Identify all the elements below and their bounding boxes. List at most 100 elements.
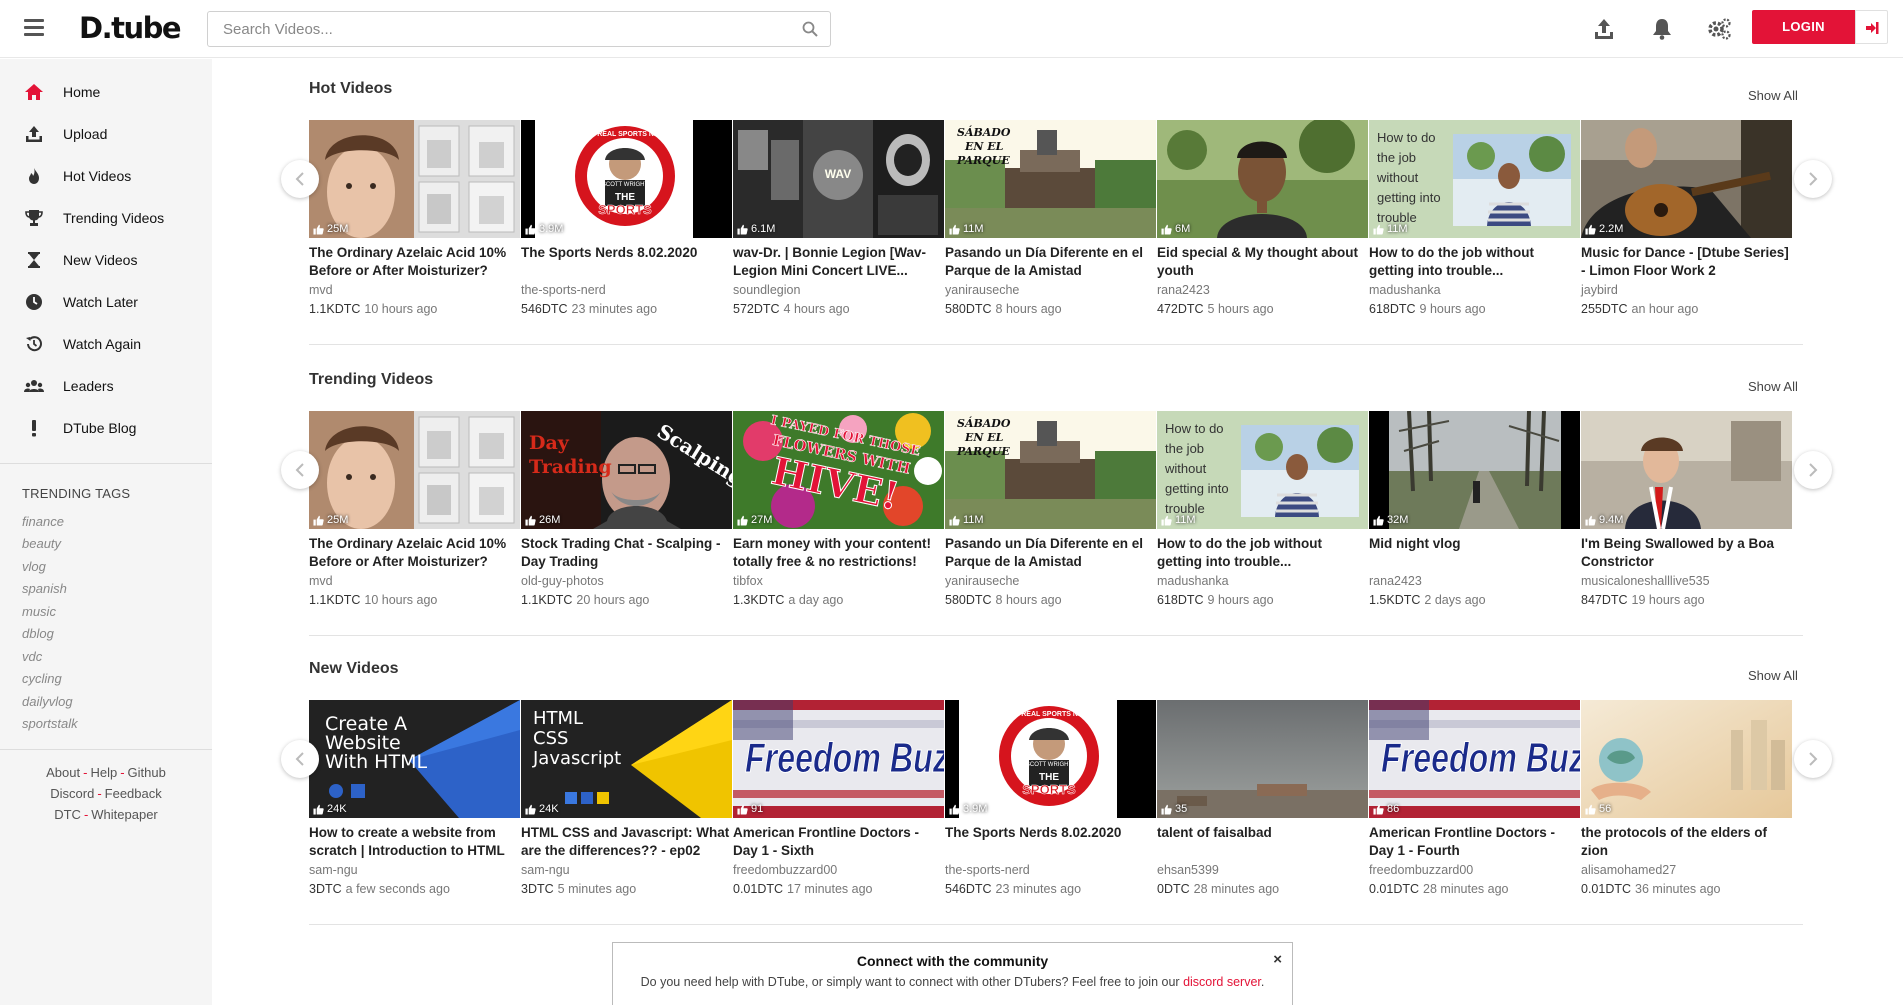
- close-icon[interactable]: ×: [1273, 951, 1282, 968]
- video-thumbnail[interactable]: SÁBADO EN EL PARQUE 11M: [945, 411, 1156, 529]
- feedback-link[interactable]: Feedback: [105, 786, 162, 801]
- sidebar-item-watch-later[interactable]: Watch Later: [0, 282, 212, 322]
- video-thumbnail[interactable]: HTML CSS Javascript 24K: [521, 700, 732, 818]
- video-title[interactable]: The Ordinary Azelaic Acid 10% Before or …: [309, 535, 520, 571]
- dtc-link[interactable]: DTC: [54, 807, 81, 822]
- video-thumbnail[interactable]: Freedom Buzz 91: [733, 700, 944, 818]
- discord-link[interactable]: Discord: [50, 786, 94, 801]
- video-title[interactable]: How to do the job without getting into t…: [1157, 535, 1368, 571]
- video-thumbnail[interactable]: 9.4M: [1581, 411, 1792, 529]
- video-title[interactable]: HTML CSS and Javascript: What are the di…: [521, 824, 732, 860]
- video-title[interactable]: wav-Dr. | Bonnie Legion [Wav-Legion Mini…: [733, 244, 944, 280]
- tag-link[interactable]: dailyvlog: [22, 694, 73, 709]
- video-card[interactable]: THE REAL SPORTS NERD SCOTT WRIGHT THE SP…: [521, 120, 732, 319]
- video-title[interactable]: Pasando un Día Diferente en el Parque de…: [945, 535, 1156, 571]
- sidebar-item-new-videos[interactable]: New Videos: [0, 240, 212, 280]
- video-thumbnail[interactable]: SÁBADO EN EL PARQUE 11M: [945, 120, 1156, 238]
- video-card[interactable]: 56 the protocols of the elders of zion a…: [1581, 700, 1792, 899]
- video-card[interactable]: 35 talent of faisalbad ehsan5399 0DTC 28 …: [1157, 700, 1368, 899]
- video-title[interactable]: American Frontline Doctors - Day 1 - Fou…: [1369, 824, 1580, 860]
- video-author[interactable]: the-sports-nerd: [521, 281, 732, 299]
- video-card[interactable]: 25M The Ordinary Azelaic Acid 10% Before…: [309, 411, 520, 610]
- video-title[interactable]: Music for Dance - [Dtube Series] - Limon…: [1581, 244, 1792, 280]
- video-card[interactable]: SÁBADO EN EL PARQUE 11M Pasando un Día Dif…: [945, 120, 1156, 319]
- sidebar-item-hot-videos[interactable]: Hot Videos: [0, 156, 212, 196]
- video-author[interactable]: yanirauseche: [945, 572, 1156, 590]
- video-thumbnail[interactable]: How to do the job without getting into troub…: [1157, 411, 1368, 529]
- about-link[interactable]: About: [46, 765, 80, 780]
- tag-link[interactable]: music: [22, 604, 56, 619]
- video-thumbnail[interactable]: 32M: [1369, 411, 1580, 529]
- video-author[interactable]: ehsan5399: [1157, 861, 1368, 879]
- scroll-right-button[interactable]: [1794, 160, 1832, 198]
- video-thumbnail[interactable]: How to do the job without getting into troub…: [1369, 120, 1580, 238]
- search-input[interactable]: [208, 12, 778, 46]
- show-all-link[interactable]: Show All: [1748, 88, 1798, 103]
- scroll-left-button[interactable]: [281, 160, 319, 198]
- video-card[interactable]: HTML CSS Javascript 24K HTML CSS and Javas…: [521, 700, 732, 899]
- sidebar-item-dtube-blog[interactable]: DTube Blog: [0, 408, 212, 448]
- video-title[interactable]: Mid night vlog: [1369, 535, 1580, 571]
- tag-link[interactable]: spanish: [22, 581, 67, 596]
- menu-icon[interactable]: [24, 19, 46, 37]
- video-author[interactable]: freedombuzzard00: [1369, 861, 1580, 879]
- settings-icon[interactable]: [1706, 16, 1732, 42]
- video-title[interactable]: How to create a website from scratch | I…: [309, 824, 520, 860]
- video-thumbnail[interactable]: 56: [1581, 700, 1792, 818]
- video-card[interactable]: How to do the job without getting into troub…: [1157, 411, 1368, 610]
- video-title[interactable]: the protocols of the elders of zion: [1581, 824, 1792, 860]
- video-author[interactable]: musicaloneshalllive535: [1581, 572, 1792, 590]
- video-card[interactable]: 25M The Ordinary Azelaic Acid 10% Before…: [309, 120, 520, 319]
- help-link[interactable]: Help: [90, 765, 117, 780]
- scroll-right-button[interactable]: [1794, 451, 1832, 489]
- login-button[interactable]: LOGIN: [1752, 10, 1855, 44]
- video-thumbnail[interactable]: 6M: [1157, 120, 1368, 238]
- video-card[interactable]: WAV 6.1M wav-Dr. | Bonnie Legion [Wav-Le…: [733, 120, 944, 319]
- show-all-link[interactable]: Show All: [1748, 668, 1798, 683]
- tag-link[interactable]: beauty: [22, 536, 61, 551]
- sidebar-item-trending-videos[interactable]: Trending Videos: [0, 198, 212, 238]
- login-icon-button[interactable]: [1855, 10, 1888, 44]
- video-title[interactable]: The Sports Nerds 8.02.2020: [521, 244, 732, 280]
- video-card[interactable]: THE REAL SPORTS NERD SCOTT WRIGHT THE SP…: [945, 700, 1156, 899]
- video-card[interactable]: How to do the job without getting into troub…: [1369, 120, 1580, 319]
- dtube-logo[interactable]: D.tube: [79, 11, 182, 45]
- video-author[interactable]: madushanka: [1369, 281, 1580, 299]
- video-author[interactable]: freedombuzzard00: [733, 861, 944, 879]
- video-title[interactable]: How to do the job without getting into t…: [1369, 244, 1580, 280]
- video-author[interactable]: the-sports-nerd: [945, 861, 1156, 879]
- video-author[interactable]: sam-ngu: [521, 861, 732, 879]
- video-thumbnail[interactable]: Create A Website With HTML 24K: [309, 700, 520, 818]
- tag-link[interactable]: sportstalk: [22, 716, 78, 731]
- scroll-right-button[interactable]: [1794, 740, 1832, 778]
- tag-link[interactable]: finance: [22, 514, 64, 529]
- tag-link[interactable]: dblog: [22, 626, 54, 641]
- github-link[interactable]: Github: [128, 765, 166, 780]
- tag-link[interactable]: cycling: [22, 671, 62, 686]
- video-card[interactable]: 6M Eid special & My thought about youth …: [1157, 120, 1368, 319]
- video-thumbnail[interactable]: 35: [1157, 700, 1368, 818]
- video-author[interactable]: mvd: [309, 281, 520, 299]
- video-card[interactable]: Create A Website With HTML 24K How to crea…: [309, 700, 520, 899]
- show-all-link[interactable]: Show All: [1748, 379, 1798, 394]
- scroll-left-button[interactable]: [281, 740, 319, 778]
- video-author[interactable]: sam-ngu: [309, 861, 520, 879]
- video-thumbnail[interactable]: WAV 6.1M: [733, 120, 944, 238]
- upload-icon[interactable]: [1591, 16, 1617, 42]
- discord-server-link[interactable]: discord server: [1183, 975, 1261, 989]
- video-author[interactable]: rana2423: [1369, 572, 1580, 590]
- video-card[interactable]: SÁBADO EN EL PARQUE 11M Pasando un Día Dif…: [945, 411, 1156, 610]
- video-card[interactable]: I PAYED FOR THOSE FLOWERS WITH HIVE! 27M…: [733, 411, 944, 610]
- video-thumbnail[interactable]: 25M: [309, 411, 520, 529]
- video-author[interactable]: tibfox: [733, 572, 944, 590]
- video-card[interactable]: 9.4M I'm Being Swallowed by a Boa Constr…: [1581, 411, 1792, 610]
- video-author[interactable]: soundlegion: [733, 281, 944, 299]
- video-thumbnail[interactable]: THE REAL SPORTS NERD SCOTT WRIGHT THE SP…: [521, 120, 732, 238]
- video-thumbnail[interactable]: Freedom Buzz 86: [1369, 700, 1580, 818]
- video-thumbnail[interactable]: 25M: [309, 120, 520, 238]
- sidebar-item-upload[interactable]: Upload: [0, 114, 212, 154]
- video-title[interactable]: Eid special & My thought about youth: [1157, 244, 1368, 280]
- video-title[interactable]: Pasando un Día Diferente en el Parque de…: [945, 244, 1156, 280]
- scroll-left-button[interactable]: [281, 451, 319, 489]
- video-author[interactable]: jaybird: [1581, 281, 1792, 299]
